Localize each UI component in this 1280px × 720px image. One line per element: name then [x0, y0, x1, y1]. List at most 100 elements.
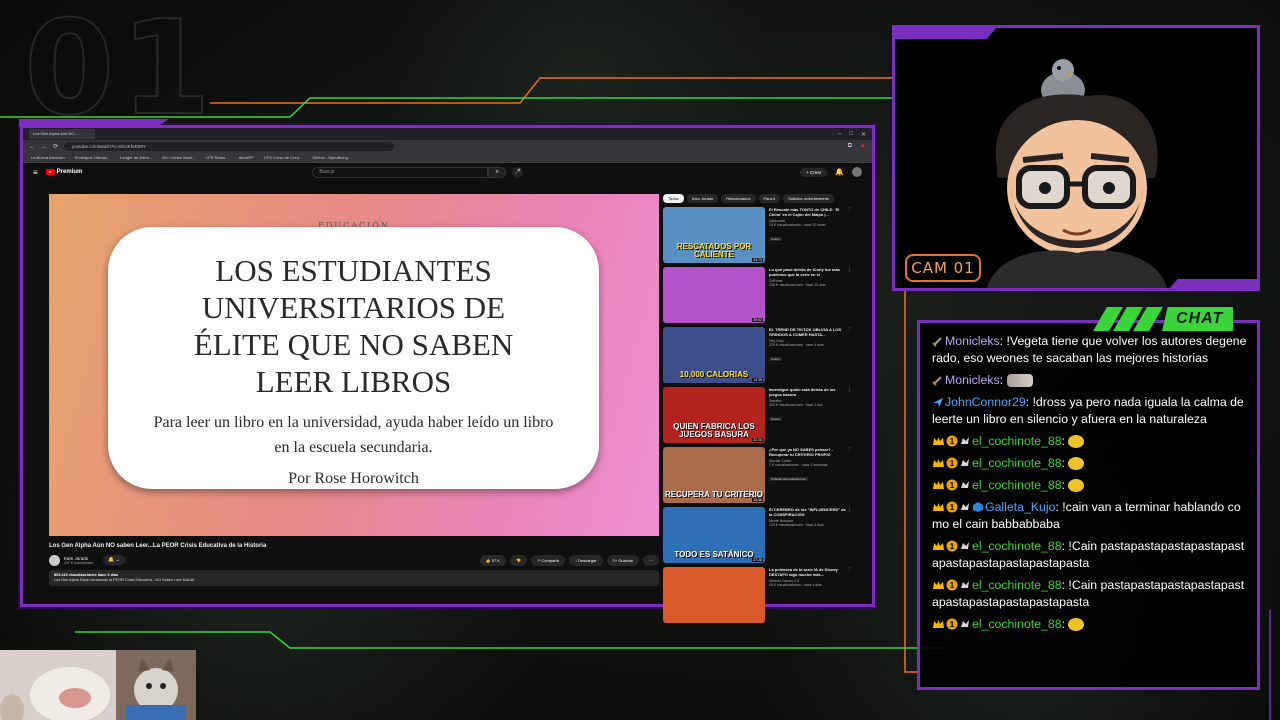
- video-badge: Doblado automáticamente: [769, 477, 809, 481]
- url-field[interactable]: youtube.com/watch?v=zEiUKfuEB9Y: [64, 142, 395, 151]
- window-controls: – □ ✕: [838, 131, 872, 138]
- search-icon[interactable]: ⌕: [488, 166, 507, 178]
- chat-username[interactable]: el_cochinote_88: [972, 617, 1062, 631]
- video-meta: Investigué quién está detrás de los jueg…: [765, 387, 847, 447]
- video-thumbnail[interactable]: TODO ES SATÁNICO 27:28: [663, 507, 765, 563]
- youtube-logo[interactable]: Premium: [45, 169, 82, 175]
- video-title[interactable]: La polémica de la serie IA de Disney DES…: [769, 567, 847, 577]
- video-title[interactable]: El CEREBRO de los "INFLUENCERS" de la CO…: [769, 507, 847, 517]
- maximize-button[interactable]: □: [849, 131, 853, 138]
- video-thumbnail[interactable]: RECUPERA TU CRITERIO 19:46: [663, 447, 765, 503]
- close-button[interactable]: ✕: [861, 131, 866, 138]
- more-options-icon[interactable]: ⋮: [847, 387, 852, 447]
- browser-tab[interactable]: Los Gen Alpha Aún NO...: [29, 129, 95, 139]
- notifications-bell-icon[interactable]: 🔔: [835, 168, 844, 176]
- more-actions-button[interactable]: ···: [643, 554, 659, 566]
- video-thumbnail[interactable]: RESCATADOS POR CALIENTE 24:73: [663, 207, 765, 263]
- video-meta: Lo que pasó detrás de iCarly fue más pol…: [765, 267, 847, 327]
- sub-badge-icon: [961, 503, 969, 510]
- chat-username[interactable]: el_cochinote_88: [972, 434, 1062, 448]
- video-title[interactable]: ¿Por qué ya NO SABES pensar? - Recuperar…: [769, 447, 847, 457]
- more-options-icon[interactable]: ⋮: [847, 207, 852, 267]
- chip-recent[interactable]: Subidos recientemente: [783, 194, 834, 203]
- chat-username[interactable]: Monicleks: [945, 334, 1000, 348]
- search-input[interactable]: Buscar: [312, 166, 489, 178]
- create-button[interactable]: + Crear: [800, 167, 828, 177]
- bookmark[interactable]: CFS Curso de Cren...: [264, 155, 302, 160]
- chat-username[interactable]: el_cochinote_88: [972, 456, 1062, 470]
- video-title[interactable]: EL TREND DE TIKTOK OBLIGA A LOS GRINGOS …: [769, 327, 847, 337]
- chat-message: 1 el_cochinote_88: !Cain pastapastapastap…: [932, 538, 1247, 572]
- chip-channel[interactable]: Kam Jurado: [686, 194, 719, 203]
- video-thumbnail[interactable]: 10,000 CALORIAS 14:35: [663, 327, 765, 383]
- chat-username[interactable]: el_cochinote_88: [972, 578, 1062, 592]
- video-title[interactable]: El Rescate más TONTO de CHILE: 'El Chino…: [769, 207, 847, 217]
- crown-badge-icon: [933, 542, 944, 550]
- subscribed-button[interactable]: 🔔 ⌄: [103, 555, 125, 565]
- recommended-video[interactable]: QUIEN FABRICA LOS JUEGOS BASURA 22:28 In…: [663, 387, 852, 447]
- chat-username[interactable]: el_cochinote_88: [972, 539, 1062, 553]
- minimize-button[interactable]: –: [838, 131, 841, 138]
- like-button[interactable]: 👍 57 K: [479, 554, 506, 566]
- chat-header: CHAT: [1093, 306, 1260, 332]
- video-thumbnail[interactable]: 29:02: [663, 267, 765, 323]
- channel-avatar[interactable]: [49, 554, 60, 566]
- more-options-icon[interactable]: ⋮: [847, 567, 852, 627]
- video-title[interactable]: Investigué quién está detrás de los jueg…: [769, 387, 847, 397]
- crown-badge-icon: [933, 581, 944, 589]
- recommended-video[interactable]: 10,000 CALORIAS 14:35 EL TREND DE TIKTOK…: [663, 327, 852, 387]
- bookmark[interactable]: IDC Centro Muni...: [162, 155, 195, 160]
- recommended-video[interactable]: RECUPERA TU CRITERIO 19:46 ¿Por qué ya N…: [663, 447, 852, 507]
- bookmark[interactable]: Prototipos Ofertas...: [75, 155, 111, 160]
- svg-text:1: 1: [950, 437, 955, 446]
- chat-message: 1 el_cochinote_88: !Cain pastapastapastap…: [932, 577, 1247, 611]
- more-options-icon[interactable]: ⋮: [847, 507, 852, 567]
- more-options-icon[interactable]: ⋮: [847, 447, 852, 507]
- save-button[interactable]: ≡+ Guardar: [606, 554, 639, 566]
- extensions-icon[interactable]: ⧉: [848, 143, 852, 150]
- forward-icon[interactable]: →: [41, 144, 47, 150]
- back-icon[interactable]: ←: [29, 144, 35, 150]
- chat-username[interactable]: JohnConnor29: [945, 395, 1026, 409]
- video-meta: La polémica de la serie IA de Disney DES…: [765, 567, 847, 627]
- share-button[interactable]: ↗ Compartir: [530, 554, 565, 566]
- sub-badge-icon: [961, 481, 969, 488]
- chip-related[interactable]: Relacionados: [721, 194, 756, 203]
- hamburger-menu-icon[interactable]: ≡: [33, 168, 38, 177]
- cat-emote-icon: [1006, 374, 1033, 387]
- video-actions: 👍 57 K 👎 ↗ Compartir ↓ Descargar ≡+ Guar…: [479, 554, 659, 566]
- bookmark[interactable]: GitHub - SpiroBeing...: [312, 155, 351, 160]
- recommended-video[interactable]: 29:02 Lo que pasó detrás de iCarly fue m…: [663, 267, 852, 327]
- more-options-icon[interactable]: ⋮: [847, 267, 852, 327]
- video-thumbnail[interactable]: QUIEN FABRICA LOS JUEGOS BASURA 22:28: [663, 387, 765, 443]
- reload-icon[interactable]: ⟳: [53, 143, 58, 150]
- bookmark[interactable]: CFD Retos...: [205, 155, 228, 160]
- chat-username[interactable]: Galleta_Kujo: [985, 500, 1055, 514]
- account-avatar[interactable]: [852, 167, 862, 177]
- gift-count-badge-icon: 1: [946, 540, 958, 552]
- video-title[interactable]: Lo que pasó detrás de iCarly fue más pol…: [769, 267, 847, 277]
- alert-icon[interactable]: ▲: [860, 143, 866, 150]
- microphone-icon[interactable]: 🎤: [512, 166, 524, 178]
- bookmark[interactable]: La Buena Atención: [31, 155, 65, 160]
- bookmark[interactable]: Ledger de Jdkm...: [120, 155, 152, 160]
- chat-messages: Monicleks: !Vegeta tiene que volver los …: [932, 333, 1247, 638]
- chip-for-you[interactable]: Para ti: [758, 194, 781, 203]
- thumbnail-text: RECUPERA TU CRITERIO: [665, 490, 763, 499]
- dislike-button[interactable]: 👎: [509, 554, 527, 566]
- article-subheadline: Para leer un libro en la universidad, ay…: [153, 414, 554, 456]
- chat-username[interactable]: Monicleks: [945, 373, 1000, 387]
- bookmark[interactable]: Athot/FF: [238, 155, 253, 160]
- video-description[interactable]: 803.419 visualizaciones hace 4 días Los …: [49, 570, 659, 586]
- video-player[interactable]: EDUCACIÓN LOS ESTUDIANTES UNIVERSITARIOS…: [49, 194, 659, 536]
- recommended-video[interactable]: RESCATADOS POR CALIENTE 24:73 El Rescate…: [663, 207, 852, 267]
- chip-todos[interactable]: Todos: [663, 194, 684, 203]
- download-button[interactable]: ↓ Descargar: [568, 554, 603, 566]
- sword-badge-icon: [932, 337, 942, 347]
- chat-text: :: [1061, 478, 1069, 492]
- chat-username[interactable]: el_cochinote_88: [972, 478, 1062, 492]
- video-thumbnail[interactable]: [663, 567, 765, 623]
- recommended-video[interactable]: TODO ES SATÁNICO 27:28 El CEREBRO de los…: [663, 507, 852, 567]
- recommended-video[interactable]: La polémica de la serie IA de Disney DES…: [663, 567, 852, 627]
- more-options-icon[interactable]: ⋮: [847, 327, 852, 387]
